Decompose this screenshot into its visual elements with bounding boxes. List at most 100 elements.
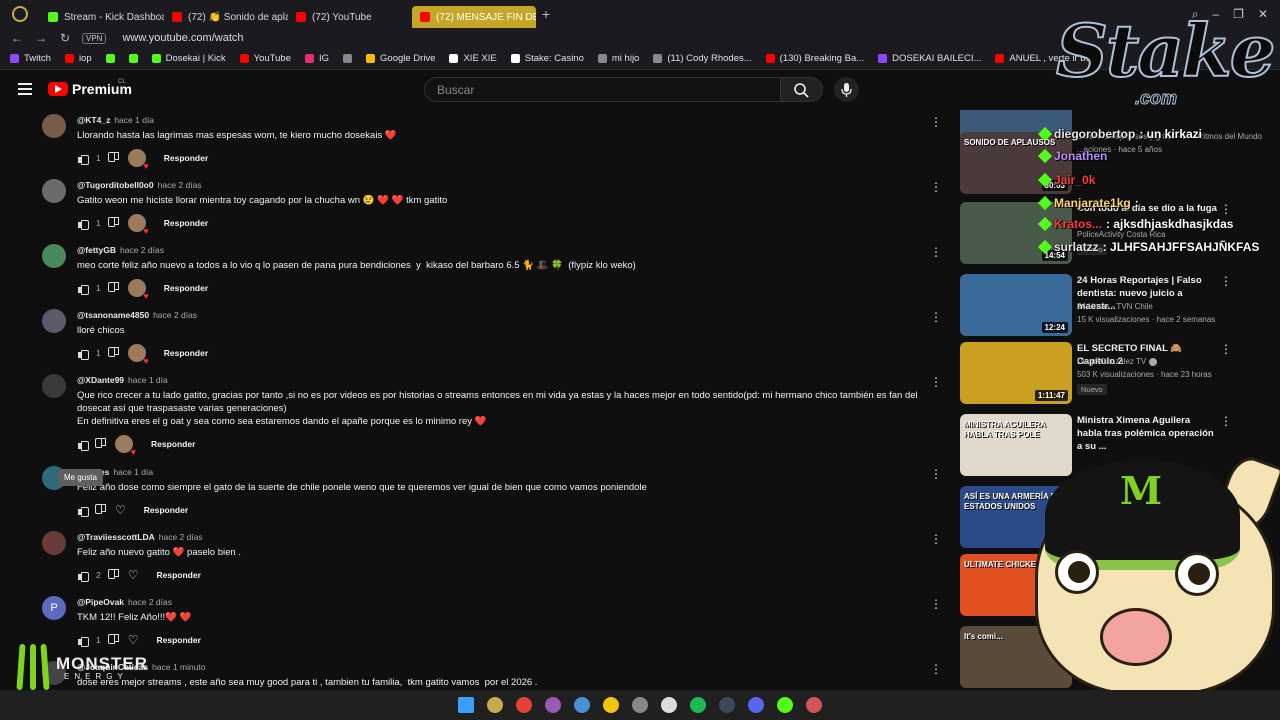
comment-timestamp[interactable]: hace 1 día <box>128 375 168 385</box>
bookmark-item[interactable]: mi hijo <box>597 53 639 64</box>
comment-more-icon[interactable]: ⋮ <box>930 533 942 545</box>
browser-tab[interactable]: (72) MENSAJE FIN DE AÑO <box>412 6 536 28</box>
opera-gx-icon[interactable] <box>487 697 503 713</box>
bookmark-item[interactable]: Twitch <box>10 53 51 64</box>
comment-more-icon[interactable]: ⋮ <box>930 468 942 480</box>
heart-icon[interactable]: ♡ <box>128 568 139 582</box>
bookmark-item[interactable]: (130) Breaking Ba... <box>765 53 864 64</box>
vs-icon[interactable] <box>545 697 561 713</box>
bookmark-item[interactable]: IG <box>304 53 329 64</box>
commenter-avatar[interactable]: P <box>42 596 66 620</box>
comment-author[interactable]: @Tugorditobell0o0 <box>77 180 154 190</box>
comment-timestamp[interactable]: hace 1 minuto <box>152 662 205 672</box>
comment-author[interactable]: @PipeOvak <box>77 597 124 607</box>
comment-author[interactable]: @XDante99 <box>77 375 124 385</box>
browser-tab[interactable]: Stream - Kick Dashboard <box>40 6 164 28</box>
browser-tab[interactable]: (72) 👏 Sonido de aplausos <box>164 6 288 28</box>
bookmark-item[interactable]: Stake: Casino <box>510 53 584 64</box>
dislike-icon[interactable] <box>109 348 120 359</box>
reply-button[interactable]: Responder <box>164 218 208 228</box>
reply-button[interactable]: Responder <box>164 153 208 163</box>
search-input[interactable]: Buscar <box>424 77 781 102</box>
video-channel[interactable]: 24 Horas - TVN Chile <box>1077 302 1153 311</box>
comment-author[interactable]: @KT4_z <box>77 115 110 125</box>
app-icon[interactable] <box>574 697 590 713</box>
dislike-icon[interactable] <box>109 153 120 164</box>
comment-more-icon[interactable]: ⋮ <box>930 246 942 258</box>
steam-icon[interactable] <box>719 697 735 713</box>
opera-gx-logo-icon[interactable] <box>0 0 40 28</box>
dislike-icon[interactable] <box>109 570 120 581</box>
comment-author[interactable]: @tsanoname4850 <box>77 310 149 320</box>
related-video-item[interactable]: 1:11:47 EL SECRETO FINAL 🙈 Capítulo 2 Dieg… <box>958 342 1278 406</box>
url-field[interactable]: www.youtube.com/watch <box>122 32 243 44</box>
dislike-icon[interactable] <box>109 218 120 229</box>
comment-more-icon[interactable]: ⋮ <box>930 311 942 323</box>
video-more-icon[interactable]: ⋮ <box>1220 342 1232 356</box>
like-icon[interactable] <box>77 439 89 451</box>
bookmark-item[interactable]: (11) Cody Rhodes... <box>653 53 752 64</box>
spotify-icon[interactable] <box>690 697 706 713</box>
comment-timestamp[interactable]: hace 1 día <box>113 467 153 477</box>
commenter-avatar[interactable] <box>42 531 66 555</box>
bookmark-item[interactable]: Dosekai | Kick <box>151 53 226 64</box>
bookmark-item[interactable] <box>343 54 353 63</box>
comment-more-icon[interactable]: ⋮ <box>930 663 942 675</box>
video-more-icon[interactable]: ⋮ <box>1220 274 1232 288</box>
youtube-logo-icon[interactable] <box>48 82 68 96</box>
comment-timestamp[interactable]: hace 2 días <box>120 245 164 255</box>
chrome-icon[interactable] <box>516 697 532 713</box>
related-video-item[interactable]: 12:24 24 Horas Reportajes | Falso dentist… <box>958 274 1278 338</box>
commenter-avatar[interactable] <box>42 179 66 203</box>
reply-button[interactable]: Responder <box>157 570 201 580</box>
heart-icon[interactable]: ♡ <box>115 503 126 517</box>
reload-icon[interactable]: ↻ <box>58 31 72 45</box>
video-more-icon[interactable]: ⋮ <box>1220 202 1232 216</box>
reply-button[interactable]: Responder <box>157 635 201 645</box>
comment-author[interactable]: @TraviiesscottLDA <box>77 532 155 542</box>
voice-search-button[interactable] <box>834 77 859 102</box>
comment-timestamp[interactable]: hace 2 días <box>153 310 197 320</box>
forward-icon[interactable]: → <box>34 31 48 45</box>
video-thumbnail[interactable]: 1:11:47 <box>960 342 1072 404</box>
commenter-avatar[interactable] <box>42 244 66 268</box>
windows-start-icon[interactable] <box>458 697 474 713</box>
search-button[interactable] <box>781 77 823 102</box>
comment-timestamp[interactable]: hace 1 día <box>114 115 154 125</box>
comment-more-icon[interactable]: ⋮ <box>930 598 942 610</box>
bookmark-item[interactable] <box>105 54 115 63</box>
new-tab-button[interactable]: + <box>536 4 556 24</box>
reply-button[interactable]: Responder <box>164 283 208 293</box>
bookmark-item[interactable]: iop <box>64 53 92 64</box>
comment-more-icon[interactable]: ⋮ <box>930 116 942 128</box>
files-icon[interactable] <box>603 697 619 713</box>
reply-button[interactable]: Responder <box>164 348 208 358</box>
video-channel[interactable]: PoliceActivity Costa Rica <box>1077 230 1165 239</box>
comment-timestamp[interactable]: hace 2 días <box>128 597 172 607</box>
vpn-badge[interactable]: VPN <box>82 32 107 44</box>
bookmark-item[interactable] <box>128 54 138 63</box>
reply-button[interactable]: Responder <box>144 505 188 515</box>
back-icon[interactable]: ← <box>10 31 24 45</box>
comment-more-icon[interactable]: ⋮ <box>930 376 942 388</box>
obs-icon[interactable] <box>632 697 648 713</box>
like-icon[interactable] <box>77 348 89 360</box>
bookmark-item[interactable]: DOSEKAI BAILECI... <box>878 53 981 64</box>
bookmark-item[interactable]: XIE XIE <box>449 53 497 64</box>
video-thumbnail[interactable]: 12:24 <box>960 274 1072 336</box>
comment-author[interactable]: @fettyGB <box>77 245 116 255</box>
like-icon[interactable] <box>77 153 89 165</box>
comment-more-icon[interactable]: ⋮ <box>930 181 942 193</box>
like-icon[interactable] <box>77 505 89 517</box>
related-video-item[interactable]: 14:54 Con todo al día se dio a la fuga Pol… <box>958 202 1278 266</box>
commenter-avatar[interactable] <box>42 114 66 138</box>
xbox-icon[interactable] <box>777 697 793 713</box>
bookmark-item[interactable]: Google Drive <box>366 53 435 64</box>
like-icon[interactable] <box>77 570 89 582</box>
dislike-icon[interactable] <box>96 505 107 516</box>
discord-icon[interactable] <box>748 697 764 713</box>
comment-timestamp[interactable]: hace 2 días <box>158 180 202 190</box>
video-thumbnail[interactable]: 14:54 <box>960 202 1072 264</box>
video-more-icon[interactable]: ⋮ <box>1220 414 1232 428</box>
comment-timestamp[interactable]: hace 2 días <box>159 532 203 542</box>
